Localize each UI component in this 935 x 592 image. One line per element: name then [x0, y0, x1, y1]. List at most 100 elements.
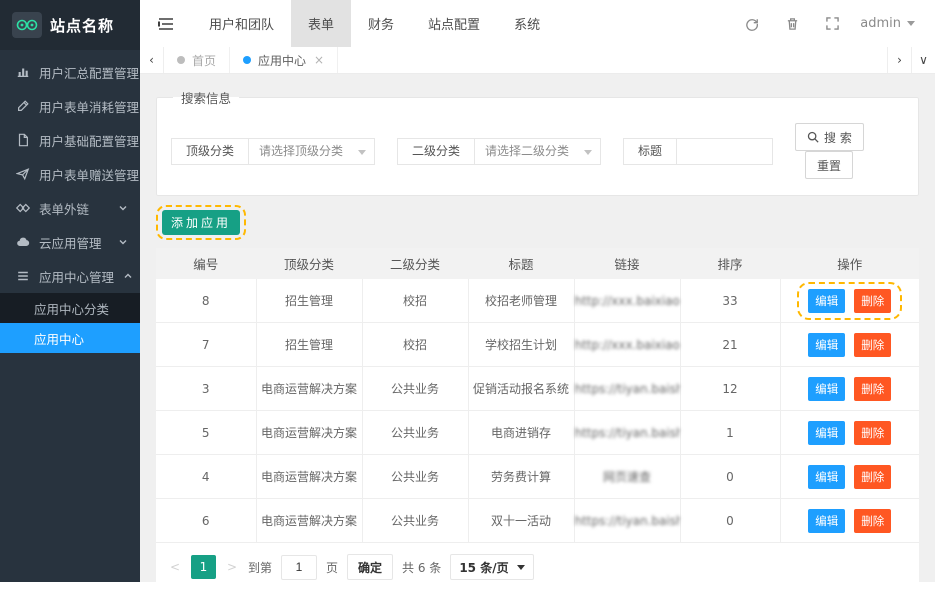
- sidebar-subitem-应用中心[interactable]: 应用中心: [0, 323, 140, 353]
- second-category-placeholder: 请选择二级分类: [485, 144, 569, 158]
- table-cell: 7: [156, 323, 256, 367]
- column-header-标题: 标题: [468, 249, 574, 279]
- add-app-button[interactable]: 添加应用: [162, 210, 240, 235]
- brand: 站点名称: [0, 0, 140, 50]
- nav-item-用户和团队[interactable]: 用户和团队: [192, 0, 291, 47]
- delete-button[interactable]: 删除: [854, 465, 891, 489]
- user-menu[interactable]: admin: [852, 0, 935, 47]
- sidebar-item-label: 表单外链: [39, 199, 109, 218]
- search-button[interactable]: 搜 索: [795, 123, 864, 151]
- column-header-二级分类: 二级分类: [362, 249, 468, 279]
- column-header-操作: 操作: [780, 249, 919, 279]
- search-icon: [807, 131, 819, 143]
- page-size-select[interactable]: 15 条/页: [450, 554, 533, 580]
- top-category-group: 顶级分类 请选择顶级分类: [171, 138, 375, 165]
- second-category-label: 二级分类: [397, 138, 475, 165]
- tabs-menu-icon[interactable]: ∨: [911, 47, 935, 73]
- search-panel: 搜索信息 顶级分类 请选择顶级分类 二级分类 请选择二级分类: [156, 88, 919, 196]
- edit-button[interactable]: 编辑: [808, 509, 845, 533]
- nav-item-表单[interactable]: 表单: [291, 0, 351, 47]
- table-cell: 电商运营解决方案: [256, 411, 362, 455]
- sidebar-item-用户基础配置管理[interactable]: 用户基础配置管理: [0, 123, 140, 157]
- page-size-value: 15 条/页: [459, 559, 508, 576]
- top-category-select[interactable]: 请选择顶级分类: [248, 138, 375, 165]
- table-cell: 21: [680, 323, 780, 367]
- tab-应用中心[interactable]: 应用中心×: [230, 47, 338, 73]
- sidebar-item-用户表单赠送管理[interactable]: 用户表单赠送管理: [0, 157, 140, 191]
- sidebar-subitem-应用中心分类[interactable]: 应用中心分类: [0, 293, 140, 323]
- add-app-highlight: 添加应用: [156, 205, 246, 240]
- column-header-顶级分类: 顶级分类: [256, 249, 362, 279]
- edit-button[interactable]: 编辑: [808, 333, 845, 357]
- delete-button[interactable]: 删除: [854, 333, 891, 357]
- username: admin: [860, 16, 901, 31]
- fullscreen-icon[interactable]: [812, 0, 852, 47]
- nav-item-财务[interactable]: 财务: [351, 0, 411, 47]
- chevron-up-icon: [123, 271, 133, 281]
- tabs-scroll-right-icon[interactable]: ›: [887, 47, 911, 73]
- tab-close-icon[interactable]: ×: [314, 53, 324, 67]
- top-category-label: 顶级分类: [171, 138, 249, 165]
- sidebar-item-用户表单消耗管理[interactable]: 用户表单消耗管理: [0, 89, 140, 123]
- table-cell: 33: [680, 279, 780, 323]
- table-cell: 电商运营解决方案: [256, 367, 362, 411]
- chevron-down-icon: [118, 237, 128, 247]
- nav-item-系统[interactable]: 系统: [497, 0, 557, 47]
- table-row: 6电商运营解决方案公共业务双十一活动https://tiyan.baishu..…: [156, 499, 919, 543]
- actions-cell: 编辑删除: [780, 367, 919, 411]
- table-cell: 4: [156, 455, 256, 499]
- trash-icon[interactable]: [772, 0, 812, 47]
- edit-button[interactable]: 编辑: [808, 289, 845, 313]
- nav-item-站点配置[interactable]: 站点配置: [411, 0, 497, 47]
- tab-首页[interactable]: 首页: [164, 47, 230, 73]
- sidebar-item-应用中心管理[interactable]: 应用中心管理: [0, 259, 140, 293]
- refresh-icon[interactable]: [732, 0, 772, 47]
- page-content: 搜索信息 顶级分类 请选择顶级分类 二级分类 请选择二级分类: [140, 74, 935, 582]
- title-input[interactable]: [676, 138, 773, 165]
- pagination: < 1 > 到第 页 确定 共 6 条 15 条/页: [156, 543, 919, 582]
- reset-button[interactable]: 重置: [805, 151, 853, 179]
- list-icon: [16, 269, 30, 283]
- header-spacer: [557, 0, 732, 47]
- table-cell: 0: [680, 455, 780, 499]
- next-page-icon[interactable]: >: [225, 560, 239, 574]
- reset-button-label: 重置: [817, 157, 841, 174]
- table-toolbar: 添加应用: [156, 205, 919, 240]
- goto-page-input[interactable]: [281, 555, 317, 580]
- search-actions: 搜 索 重置: [795, 123, 904, 179]
- tab-bar: ‹ 首页应用中心× › ∨: [140, 47, 935, 74]
- goto-prefix-label: 到第: [248, 559, 272, 576]
- table-cell: 校招: [362, 279, 468, 323]
- delete-button[interactable]: 删除: [854, 509, 891, 533]
- page-number-active[interactable]: 1: [191, 555, 216, 579]
- edit-button[interactable]: 编辑: [808, 377, 845, 401]
- sidebar-item-用户汇总配置管理[interactable]: 用户汇总配置管理: [0, 55, 140, 89]
- tabs-scroll-left-icon[interactable]: ‹: [140, 47, 164, 73]
- column-header-排序: 排序: [680, 249, 780, 279]
- file-icon: [16, 133, 30, 147]
- applications-table: 编号顶级分类二级分类标题链接排序操作 8招生管理校招校招老师管理http://x…: [156, 248, 919, 543]
- send-icon: [16, 167, 30, 181]
- actions-highlight: 编辑删除: [797, 282, 902, 320]
- chevron-down-icon: [358, 150, 366, 155]
- table-cell: 学校招生计划: [468, 323, 574, 367]
- column-header-编号: 编号: [156, 249, 256, 279]
- edit-button[interactable]: 编辑: [808, 465, 845, 489]
- delete-button[interactable]: 删除: [854, 421, 891, 445]
- app-window: 站点名称 用户汇总配置管理用户表单消耗管理用户基础配置管理用户表单赠送管理表单外…: [0, 0, 935, 582]
- table-cell: 网页速查: [574, 455, 680, 499]
- goto-confirm-button[interactable]: 确定: [347, 554, 393, 580]
- delete-button[interactable]: 删除: [854, 289, 891, 313]
- sidebar-submenu: 应用中心分类应用中心: [0, 293, 140, 353]
- table-cell: 公共业务: [362, 367, 468, 411]
- sidebar-item-表单外链[interactable]: 表单外链: [0, 191, 140, 225]
- table-cell: 促销活动报名系统: [468, 367, 574, 411]
- hamburger-icon[interactable]: [140, 0, 192, 47]
- goto-suffix-label: 页: [326, 559, 338, 576]
- prev-page-icon[interactable]: <: [168, 560, 182, 574]
- second-category-select[interactable]: 请选择二级分类: [474, 138, 601, 165]
- delete-button[interactable]: 删除: [854, 377, 891, 401]
- edit-button[interactable]: 编辑: [808, 421, 845, 445]
- tabs: 首页应用中心×: [164, 47, 338, 73]
- sidebar-item-云应用管理[interactable]: 云应用管理: [0, 225, 140, 259]
